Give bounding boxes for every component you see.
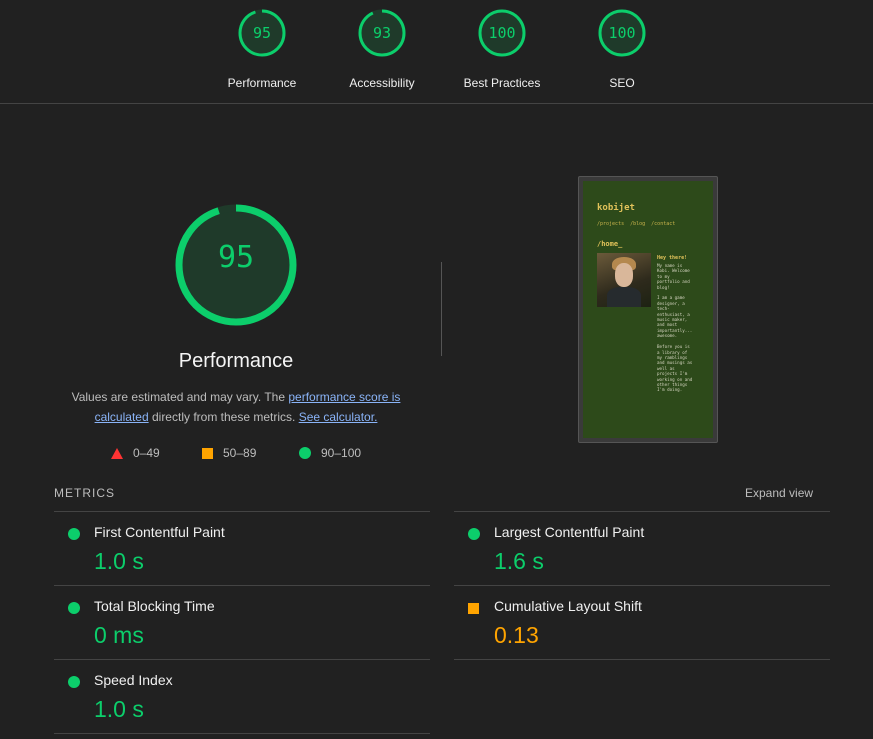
score-value: 93 xyxy=(372,24,392,42)
circle-icon xyxy=(68,602,80,614)
metric-first-contentful-paint: First Contentful Paint 1.0 s xyxy=(54,511,430,585)
vertical-divider xyxy=(441,262,442,356)
legend-poor: 0–49 xyxy=(111,446,160,460)
metric-name: Largest Contentful Paint xyxy=(494,524,645,540)
final-screenshot[interactable]: kobijet /projects /blog /contact /home_ … xyxy=(578,176,718,443)
performance-description: Values are estimated and may vary. The p… xyxy=(60,387,412,427)
score-gauge-seo[interactable]: 100 SEO xyxy=(562,8,682,90)
score-value: 100 xyxy=(608,24,636,42)
score-label: Performance xyxy=(227,76,297,90)
metric-value: 0.13 xyxy=(494,622,539,648)
expand-view-button[interactable]: Expand view xyxy=(745,486,813,500)
circle-icon xyxy=(468,528,480,540)
score-label: SEO xyxy=(609,76,635,90)
metric-largest-contentful-paint: Largest Contentful Paint 1.6 s xyxy=(454,511,830,585)
metrics-divider xyxy=(454,659,830,660)
see-calculator-link[interactable]: See calculator. xyxy=(299,410,378,424)
site-body-text: My name is Kobi. Welcome to my portfolio… xyxy=(657,263,693,393)
screenshot-page: kobijet /projects /blog /contact /home_ … xyxy=(583,181,713,438)
profile-photo xyxy=(597,253,651,307)
circle-icon xyxy=(299,447,311,459)
score-value: 95 xyxy=(252,24,272,42)
metric-value: 1.6 s xyxy=(494,548,544,574)
description-text: directly from these metrics. xyxy=(148,410,299,424)
score-value: 100 xyxy=(488,24,516,42)
metric-cumulative-layout-shift: Cumulative Layout Shift 0.13 xyxy=(454,585,830,659)
circle-icon xyxy=(68,528,80,540)
performance-title: Performance xyxy=(178,350,294,372)
score-label: Best Practices xyxy=(463,76,541,90)
photo-face xyxy=(615,263,633,287)
site-greeting: Hey there! xyxy=(657,255,688,261)
photo-shirt xyxy=(607,287,641,307)
legend-range: 90–100 xyxy=(321,446,362,460)
square-icon xyxy=(202,447,213,459)
triangle-icon xyxy=(111,447,123,459)
site-nav: /projects /blog /contact xyxy=(597,221,676,227)
metric-name: Cumulative Layout Shift xyxy=(494,598,642,614)
metric-name: Speed Index xyxy=(94,672,173,688)
metric-value: 0 ms xyxy=(94,622,144,648)
score-gauge-best-practices[interactable]: 100 Best Practices xyxy=(442,8,562,90)
metric-name: First Contentful Paint xyxy=(94,524,225,540)
score-gauge-performance[interactable]: 95 Performance xyxy=(202,8,322,90)
legend-average: 50–89 xyxy=(202,446,256,460)
score-legend: 0–49 50–89 90–100 xyxy=(0,446,480,466)
legend-range: 50–89 xyxy=(223,446,257,460)
score-gauge-accessibility[interactable]: 93 Accessibility xyxy=(322,8,442,90)
metric-value: 1.0 s xyxy=(94,548,144,574)
square-icon xyxy=(468,603,479,614)
metric-speed-index: Speed Index 1.0 s xyxy=(54,659,430,733)
category-scores-bar: 95 Performance 93 Accessibility 100 Best… xyxy=(0,0,873,104)
performance-score: 95 xyxy=(217,240,255,275)
legend-range: 0–49 xyxy=(133,446,160,460)
legend-good: 90–100 xyxy=(299,446,361,460)
score-label: Accessibility xyxy=(349,76,415,90)
site-brand: kobijet xyxy=(597,203,635,213)
metrics-divider xyxy=(54,733,430,734)
metric-name: Total Blocking Time xyxy=(94,598,215,614)
metric-value: 1.0 s xyxy=(94,696,144,722)
metrics-heading: METRICS xyxy=(54,486,115,500)
site-heading: /home_ xyxy=(597,240,623,248)
metric-total-blocking-time: Total Blocking Time 0 ms xyxy=(54,585,430,659)
description-text: Values are estimated and may vary. The xyxy=(71,390,289,404)
circle-icon xyxy=(68,676,80,688)
